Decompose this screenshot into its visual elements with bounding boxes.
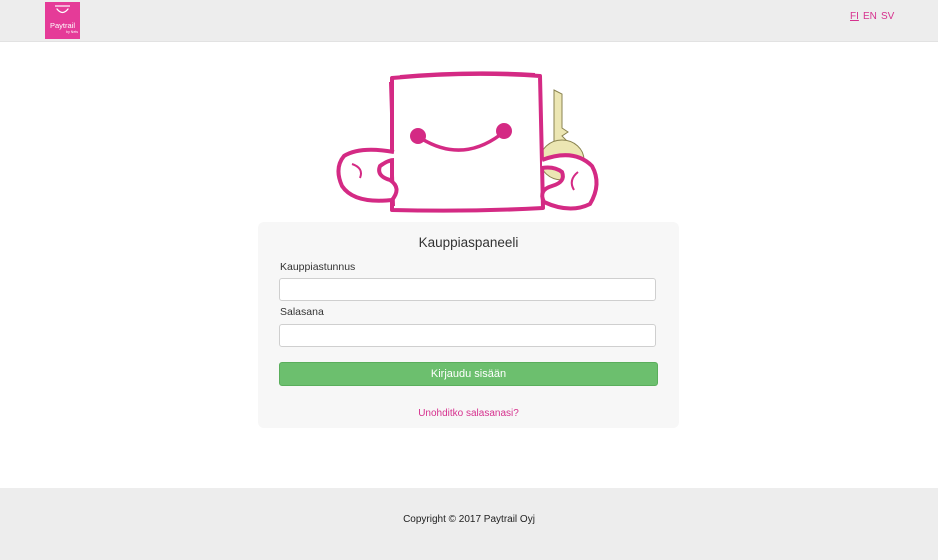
copyright-text: Copyright © 2017 Paytrail Oyj: [403, 514, 535, 525]
box-mascot-with-key-illustration: [336, 71, 599, 213]
username-input[interactable]: [279, 278, 656, 301]
password-label: Salasana: [280, 306, 324, 318]
paytrail-logo[interactable]: Paytrail by Nets: [45, 2, 80, 39]
language-sv-link[interactable]: SV: [881, 11, 894, 22]
login-button[interactable]: Kirjaudu sisään: [279, 362, 658, 386]
forgot-password-link[interactable]: Unohditko salasanasi?: [258, 408, 679, 419]
password-input[interactable]: [279, 324, 656, 347]
logo-subtext: by Nets: [66, 30, 78, 34]
top-bar: Paytrail by Nets FI EN SV: [0, 0, 938, 42]
footer: Copyright © 2017 Paytrail Oyj: [0, 488, 938, 560]
language-fi-link[interactable]: FI: [850, 11, 859, 22]
username-label: Kauppiastunnus: [280, 261, 356, 273]
page-title: Kauppiaspaneeli: [418, 235, 519, 250]
logo-text: Paytrail: [49, 21, 75, 30]
shopping-bag-icon: [55, 5, 70, 14]
login-panel: Kauppiaspaneeli Kauppiastunnus Salasana …: [258, 222, 679, 428]
language-en-link[interactable]: EN: [863, 11, 877, 22]
